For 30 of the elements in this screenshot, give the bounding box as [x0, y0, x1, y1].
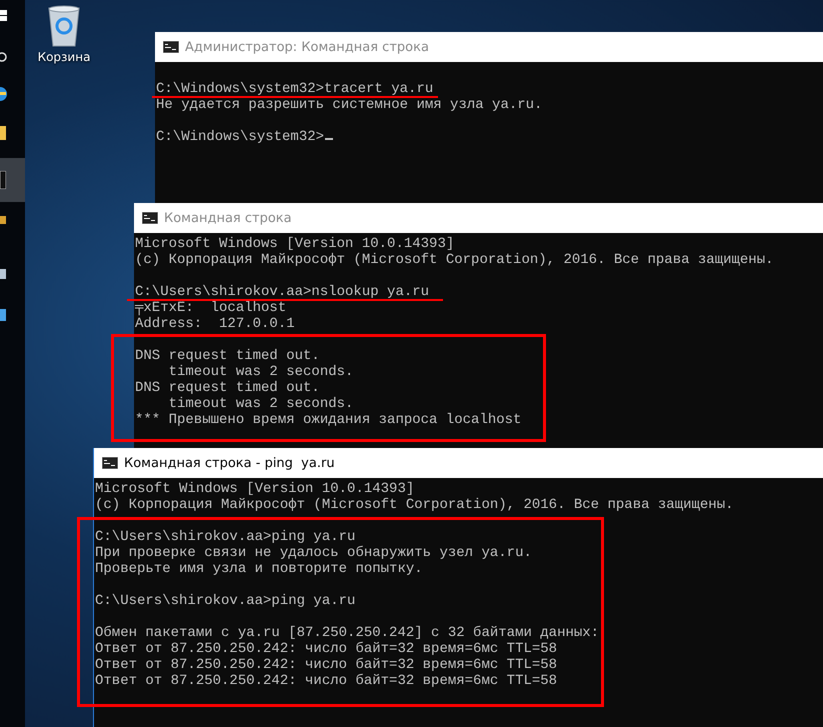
console-line: C:\Users\shirokov.aa>nslookup ya.ru — [135, 285, 430, 299]
console-line: Microsoft Windows [Version 10.0.14393] — [95, 482, 414, 496]
console-line: Microsoft Windows [Version 10.0.14393] — [135, 237, 454, 251]
console-line: (c) Корпорация Майкрософт (Microsoft Corporation), 2016. Все права защищены. — [95, 498, 734, 512]
console-line: DNS request timed out. — [135, 381, 320, 395]
console-line: C:\Windows\system32>tracert ya.ru — [156, 82, 434, 96]
console-line: (c) Корпорация Майкрософт (Microsoft Corporation), 2016. Все права защищены. — [135, 253, 774, 267]
console-line: Ответ от 87.250.250.242: число байт=32 время=6мс TTL=58 — [95, 674, 558, 688]
console-line: *** Превышено время ожидания запроса localhost — [135, 413, 522, 427]
console-line: DNS request timed out. — [135, 349, 320, 363]
console-line: При проверке связи не удалось обнаружить узел ya.ru. — [95, 546, 532, 560]
console-line: C:\Users\shirokov.aa>ping ya.ru — [95, 530, 356, 544]
window-title: Командная строка — [164, 210, 292, 226]
icon-label: Корзина — [38, 50, 90, 64]
console-line: Ответ от 87.250.250.242: число байт=32 время=6мс TTL=58 — [95, 658, 558, 672]
desktop-icon[interactable]: Корзина — [33, 4, 95, 64]
console-line: ╤xЁтxЁ: localhost — [135, 301, 286, 315]
console-line: Обмен пакетами с ya.ru [87.250.250.242] с 32 байтами данных: — [95, 626, 600, 640]
console-line: timeout was 2 seconds. — [168, 397, 354, 411]
console-line: Не удается разрешить системное имя узла ya.ru. — [156, 98, 542, 112]
console-line: C:\Users\shirokov.aa>ping ya.ru — [95, 594, 356, 608]
console-line: Ответ от 87.250.250.242: число байт=32 время=6мс TTL=58 — [95, 642, 558, 656]
console-line: Address: 127.0.0.1 — [135, 317, 295, 331]
taskbar-button[interactable] — [0, 158, 25, 202]
start-icon[interactable] — [0, 10, 8, 22]
window-title: Администратор: Командная строка — [185, 40, 429, 54]
console-line: timeout was 2 seconds. — [168, 365, 354, 379]
console-line: C:\Windows\system32> — [156, 130, 324, 144]
console-line: Проверьте имя узла и повторите попытку. — [95, 562, 423, 576]
window-title: Командная строка - ping ya.ru — [124, 456, 335, 470]
